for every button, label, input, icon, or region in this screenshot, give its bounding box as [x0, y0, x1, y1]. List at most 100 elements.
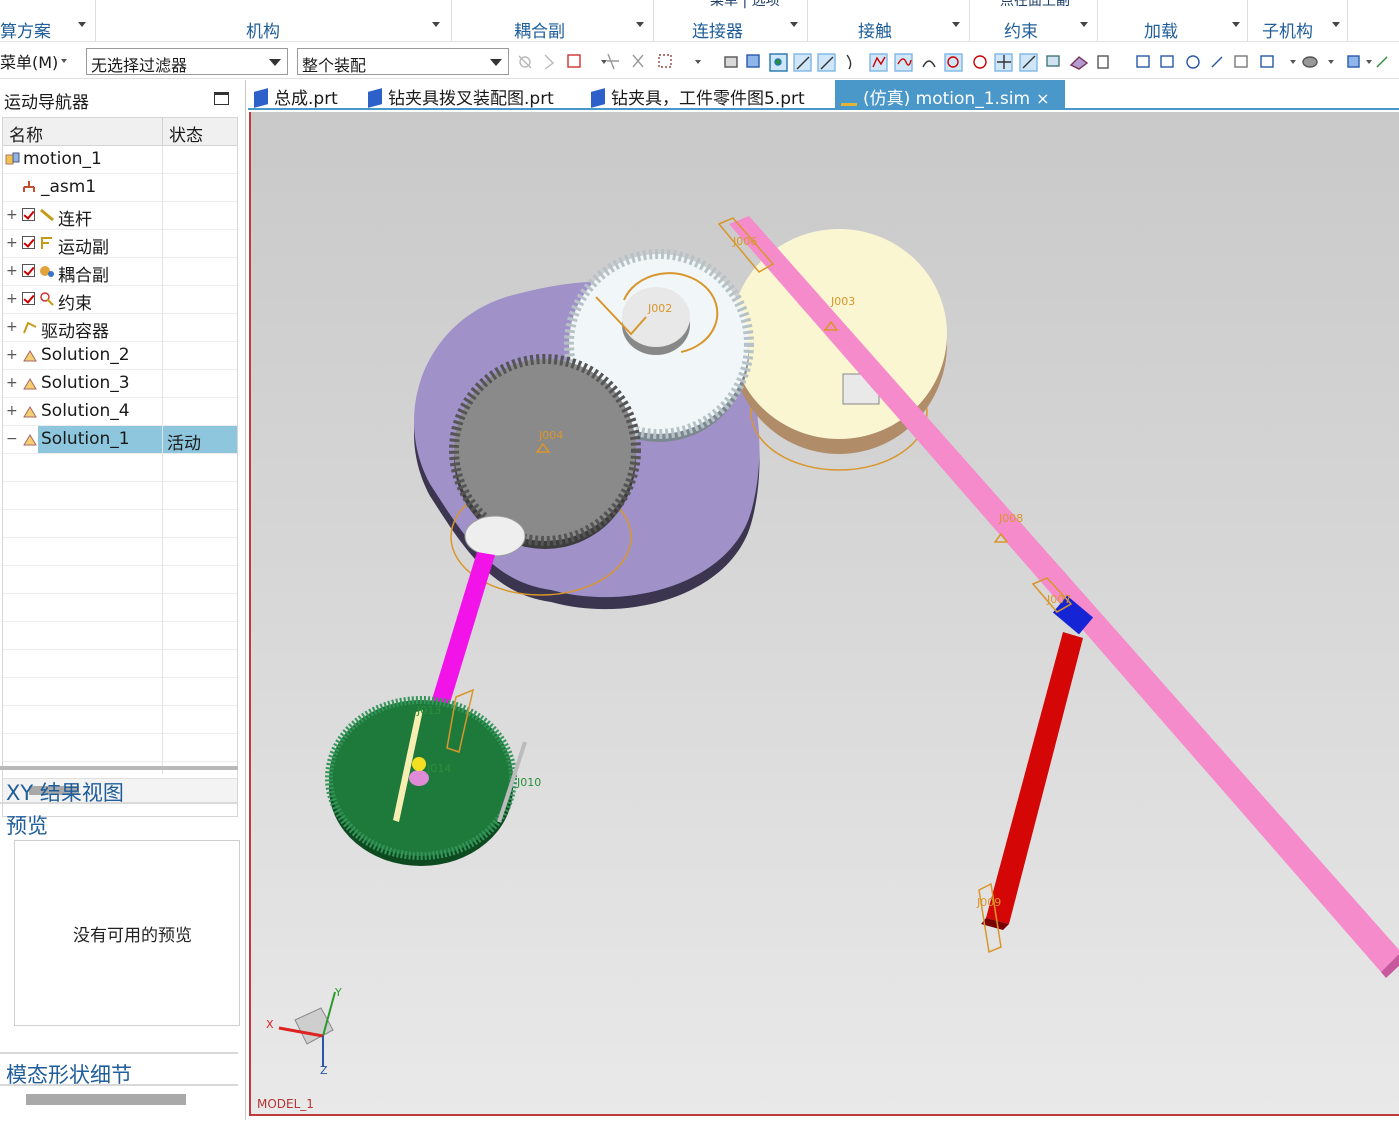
view-solid-icon: [724, 56, 738, 68]
tree-node-label: Solution_4: [41, 401, 130, 421]
joint-label: J006: [732, 235, 757, 248]
joint-label: J008: [998, 512, 1023, 525]
expand-icon[interactable]: +: [6, 403, 18, 419]
collapse-icon[interactable]: −: [6, 431, 18, 447]
visibility-checkbox[interactable]: [22, 292, 35, 305]
snap-curve-icon: [846, 54, 852, 70]
coordinate-triad-icon[interactable]: Y X Z: [266, 986, 342, 1077]
snap-end-icon: [817, 53, 836, 72]
tree-node-drivers[interactable]: + 驱动容器: [3, 314, 237, 342]
tree-node-label: 连杆: [58, 210, 92, 230]
selection-scope-dropdown[interactable]: 整个装配: [297, 48, 509, 75]
motion-driver-icon: [412, 757, 426, 771]
ribbon-group-submechanism[interactable]: 子机构: [1248, 0, 1348, 42]
expand-icon[interactable]: +: [6, 207, 18, 223]
ribbon-group-label: 耦合副: [514, 22, 565, 42]
navigator-scrollbar-thumb[interactable]: [26, 1094, 186, 1105]
chevron-down-icon[interactable]: [490, 59, 502, 66]
chevron-down-icon[interactable]: [636, 22, 644, 27]
tree-node-solution-3[interactable]: + Solution_3: [3, 370, 237, 398]
display-more-icon: [1376, 56, 1388, 68]
tree-node-solution-4[interactable]: + Solution_4: [3, 398, 237, 426]
column-header-status[interactable]: 状态: [169, 121, 203, 146]
graphics-viewport[interactable]: J002 J003 J004 J006 J008 J007 J009 J010 …: [249, 112, 1399, 1116]
tab-fixture-part[interactable]: 钻夹具，工件零件图5.prt: [591, 80, 805, 110]
panel-splitter[interactable]: [0, 766, 238, 770]
chevron-down-icon[interactable]: [790, 22, 798, 27]
simulation-icon: [841, 96, 857, 106]
expand-icon[interactable]: +: [6, 319, 18, 335]
maximize-icon[interactable]: [214, 92, 229, 105]
hub[interactable]: [464, 515, 526, 557]
snap-perp-icon: [1019, 53, 1038, 72]
ribbon-top-label: 点在面上副: [1000, 0, 1070, 9]
green-gear[interactable]: [325, 696, 517, 866]
ribbon-group-contact[interactable]: 接触: [808, 0, 970, 42]
ribbon-group-label: 接触: [858, 22, 892, 42]
chevron-down-icon[interactable]: [269, 59, 281, 66]
tree-node-constraints[interactable]: + 约束: [3, 286, 237, 314]
chevron-down-icon[interactable]: [61, 59, 67, 63]
status-bar: [0, 1120, 1399, 1132]
snap-grid-icon: [1097, 55, 1109, 69]
tree-node-links[interactable]: + 连杆: [3, 202, 237, 230]
ribbon-group-load[interactable]: 加载: [1098, 0, 1248, 41]
chevron-down-icon[interactable]: [1332, 22, 1340, 27]
tab-assembly[interactable]: 总成.prt: [254, 80, 338, 110]
toolbar-icons[interactable]: [515, 49, 1399, 75]
solution-icon: [23, 350, 37, 362]
axis-z-label: Z: [320, 1064, 328, 1077]
ribbon-group-coupler[interactable]: 耦合副: [452, 0, 654, 42]
tab-motion-sim[interactable]: (仿真) motion_1.sim ×: [835, 80, 1065, 110]
expand-icon[interactable]: +: [6, 235, 18, 251]
tree-node-label: Solution_2: [41, 345, 130, 365]
visibility-checkbox[interactable]: [22, 208, 35, 221]
expand-icon[interactable]: +: [6, 291, 18, 307]
tree-node-asm[interactable]: _asm1: [3, 174, 237, 202]
display-cube-icon: [1347, 55, 1360, 68]
chevron-down-icon[interactable]: [432, 22, 440, 27]
tree-node-motion[interactable]: motion_1: [3, 146, 237, 174]
chevron-down-icon[interactable]: [952, 22, 960, 27]
gear-icon: [40, 266, 54, 277]
document-tabs: 总成.prt 钻夹具拨叉装配图.prt 钻夹具，工件零件图5.prt (仿真) …: [248, 80, 1399, 110]
joint-label: J007: [1046, 593, 1071, 606]
menu-button[interactable]: 菜单(M): [0, 49, 58, 73]
chevron-down-icon[interactable]: [1080, 22, 1088, 27]
ribbon-group-constraint[interactable]: 点在面上副 约束: [970, 0, 1098, 41]
view-orient-icon: [1234, 55, 1248, 68]
preview-panel: 没有可用的预览: [14, 840, 240, 1026]
ribbon-group-mechanism[interactable]: 机构: [96, 0, 452, 42]
tree-node-joints[interactable]: + 运动副: [3, 230, 237, 258]
tree-node-solution-1[interactable]: − Solution_1 活动: [3, 426, 237, 454]
ribbon-group-label: 子机构: [1262, 22, 1313, 42]
ribbon-group-label: 机构: [246, 22, 280, 42]
select-move-icon: [607, 53, 619, 70]
column-header-name[interactable]: 名称: [9, 121, 43, 146]
mechanism-scene[interactable]: J002 J003 J004 J006 J008 J007 J009 J010 …: [251, 112, 1399, 1116]
ribbon-group-connector[interactable]: 菜单 | 选项 连接器: [654, 0, 808, 41]
navigator-tree[interactable]: 名称 状态 motion_1 _asm1 + 连杆 + 运动副 + 耦合副 + …: [2, 117, 238, 817]
joint-label: J013: [416, 704, 441, 717]
close-icon[interactable]: ×: [1036, 89, 1049, 108]
preview-header[interactable]: 预览: [6, 810, 48, 840]
visibility-checkbox[interactable]: [22, 236, 35, 249]
tree-empty-rows: [3, 454, 237, 774]
tree-node-label: 约束: [58, 294, 92, 314]
tree-node-label: _asm1: [41, 177, 97, 197]
expand-icon[interactable]: +: [6, 347, 18, 363]
tree-node-solution-2[interactable]: + Solution_2: [3, 342, 237, 370]
tree-node-couplers[interactable]: + 耦合副: [3, 258, 237, 286]
tab-fixture-assembly[interactable]: 钻夹具拨叉装配图.prt: [368, 80, 554, 110]
red-bar[interactable]: [981, 632, 1083, 930]
expand-icon[interactable]: +: [6, 375, 18, 391]
chevron-down-icon[interactable]: [78, 22, 86, 27]
chevron-down-icon[interactable]: [1232, 22, 1240, 27]
ribbon-group-solution[interactable]: 算方案: [0, 0, 96, 41]
visibility-checkbox[interactable]: [22, 264, 35, 277]
link-icon: [40, 208, 54, 222]
toolbar: 菜单(M) 无选择过滤器 整个装配: [0, 43, 1399, 79]
selection-filter-dropdown[interactable]: 无选择过滤器: [86, 48, 288, 75]
navigator-title: 运动导航器: [4, 93, 89, 113]
expand-icon[interactable]: +: [6, 263, 18, 279]
